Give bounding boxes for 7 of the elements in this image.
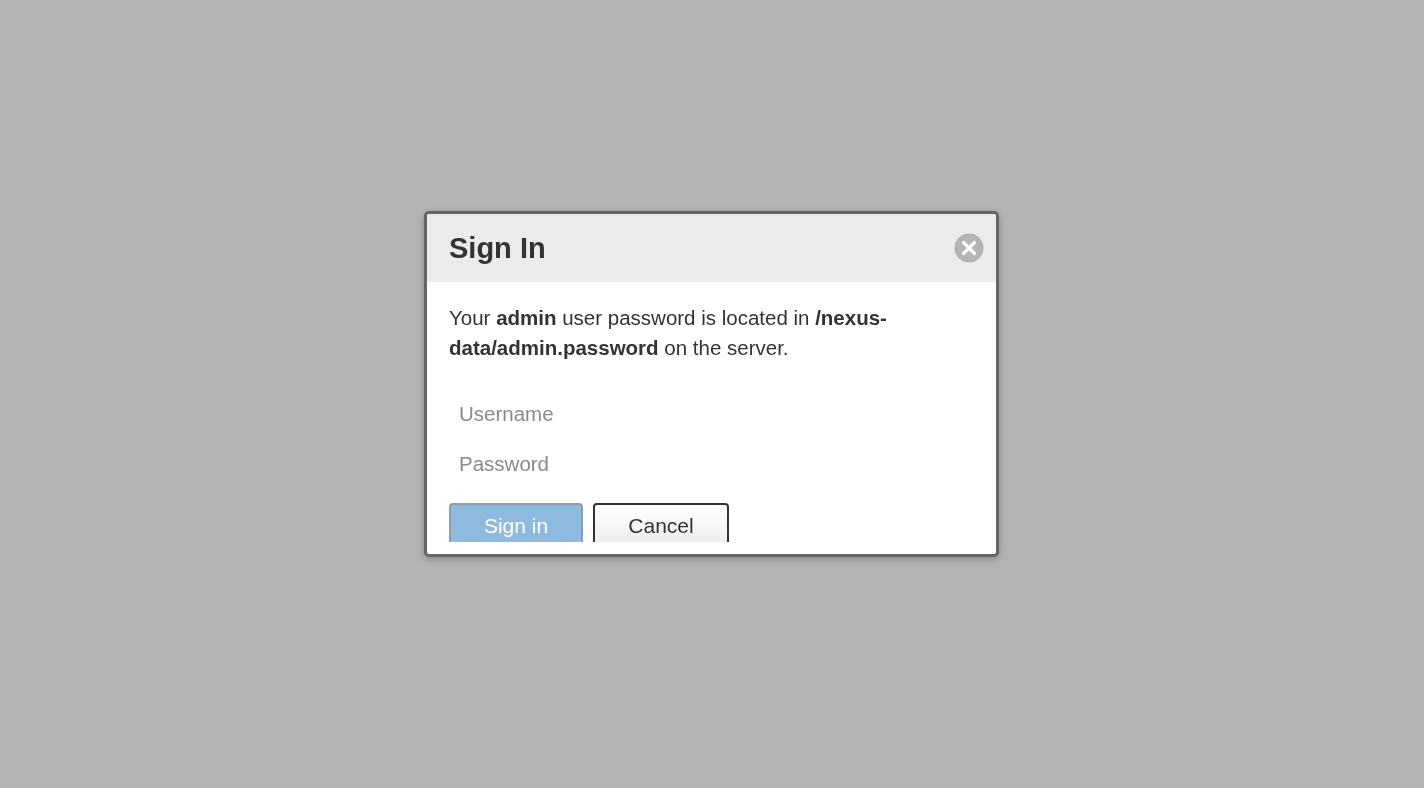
close-icon — [954, 233, 984, 263]
cancel-button[interactable]: Cancel — [593, 503, 729, 542]
username-field[interactable]: Username — [449, 394, 974, 434]
password-location-message: Your admin user password is located in /nexus-data/admin.password on the server. — [449, 305, 888, 361]
close-button[interactable] — [954, 233, 984, 263]
dialog-title: Sign In — [449, 231, 546, 265]
password-field[interactable]: Password — [449, 444, 974, 484]
